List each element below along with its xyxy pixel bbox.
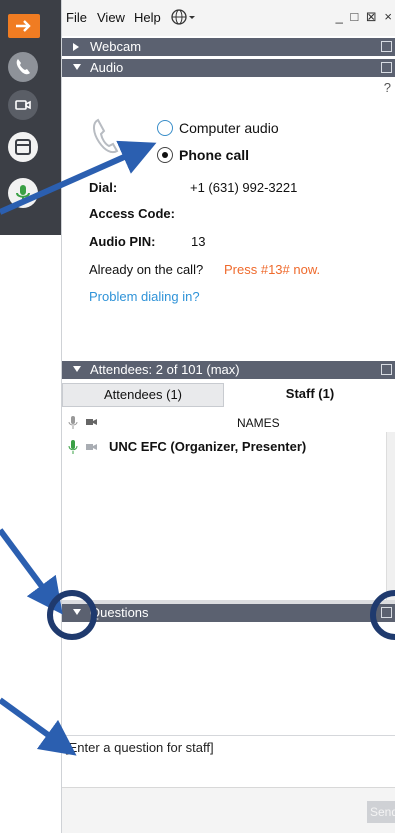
menu-help[interactable]: Help: [134, 10, 161, 25]
audio-section-label: Audio: [90, 60, 124, 75]
undock-icon[interactable]: [381, 62, 392, 73]
phone-icon[interactable]: [8, 52, 38, 82]
press-pin-text: Press #13# now.: [224, 262, 321, 277]
annotation-arrow: [0, 697, 77, 756]
access-code-label: Access Code:: [89, 206, 175, 221]
audio-pin-label: Audio PIN:: [89, 234, 156, 249]
phone-call-label[interactable]: Phone call: [179, 147, 249, 163]
attendee-name: UNC EFC (Organizer, Presenter): [109, 439, 307, 454]
handset-icon: [93, 118, 119, 154]
webcam-icon[interactable]: [8, 90, 38, 120]
window-icon[interactable]: [8, 132, 38, 162]
arrow-right-icon[interactable]: [8, 14, 40, 38]
control-toolbar: [0, 0, 61, 235]
annotation-arrow: [0, 528, 63, 615]
computer-audio-label[interactable]: Computer audio: [179, 120, 279, 136]
names-column-header[interactable]: NAMES: [237, 416, 280, 430]
divider: [62, 735, 395, 736]
mic-icon: [68, 440, 78, 454]
undock-icon[interactable]: [381, 364, 392, 375]
webcam-section-label: Webcam: [90, 39, 142, 54]
already-on-call-text: Already on the call?: [89, 262, 204, 277]
menu-bar: File View Help _ □ ⊠ ×: [62, 0, 395, 36]
question-input[interactable]: [Enter a question for staff]: [65, 740, 214, 755]
computer-audio-radio[interactable]: [157, 120, 173, 136]
send-button[interactable]: Send: [367, 801, 395, 823]
access-code-value: [182, 202, 297, 222]
menu-file[interactable]: File: [66, 10, 87, 25]
attendee-row[interactable]: UNC EFC (Organizer, Presenter): [62, 437, 387, 457]
dial-label: Dial:: [89, 180, 118, 195]
webcam-section-bar[interactable]: Webcam: [62, 38, 395, 56]
globe-icon[interactable]: [170, 8, 196, 29]
attendees-section-bar[interactable]: Attendees: 2 of 101 (max): [62, 361, 395, 379]
webcam-column-icon: [86, 419, 97, 425]
phone-call-radio[interactable]: [157, 147, 173, 163]
webinar-panel: File View Help _ □ ⊠ × Webcam Audio ? Co…: [61, 0, 395, 833]
questions-section-bar[interactable]: Questions: [62, 604, 395, 622]
list-header: NAMES: [62, 414, 395, 432]
mic-icon[interactable]: [8, 178, 38, 208]
tab-attendees[interactable]: Attendees (1): [62, 383, 224, 407]
undock-icon[interactable]: [381, 41, 392, 52]
scrollbar[interactable]: [386, 432, 395, 600]
audio-pin-value: 13: [191, 234, 206, 249]
dial-number: +1 (631) 992-3221: [190, 180, 298, 195]
audio-section-bar[interactable]: Audio: [62, 59, 395, 77]
undock-icon[interactable]: [381, 607, 392, 618]
attendee-tabs: Attendees (1) Staff (1): [62, 383, 395, 407]
mic-column-icon: [68, 416, 78, 429]
window-controls[interactable]: _ □ ⊠ ×: [336, 9, 394, 25]
help-icon[interactable]: ?: [384, 80, 391, 95]
menu-view[interactable]: View: [97, 10, 125, 25]
tab-staff[interactable]: Staff (1): [224, 383, 395, 407]
question-footer: Send: [62, 787, 395, 833]
questions-section-label: Questions: [90, 605, 149, 620]
attendees-section-label: Attendees: 2 of 101 (max): [90, 362, 240, 377]
problem-dialing-link[interactable]: Problem dialing in?: [89, 289, 200, 304]
webcam-off-icon: [86, 444, 97, 450]
